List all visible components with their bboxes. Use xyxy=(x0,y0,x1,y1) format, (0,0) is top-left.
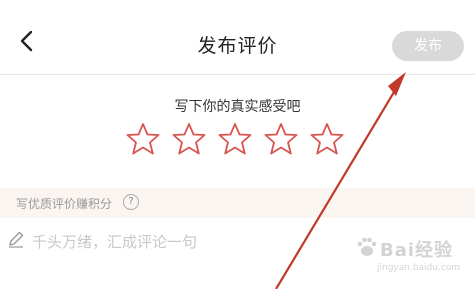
star-icon-2[interactable] xyxy=(172,122,206,156)
star-icon-1[interactable] xyxy=(126,122,160,156)
star-icon-4[interactable] xyxy=(264,122,298,156)
star-icon-5[interactable] xyxy=(310,122,344,156)
watermark-url: jingyan.baidu.com xyxy=(377,263,461,273)
points-tip-text: 写优质评价赚积分 xyxy=(16,197,113,211)
points-tip-bar: 写优质评价赚积分 ? xyxy=(0,188,475,218)
watermark: Bai经验 jingyan.baidu.com xyxy=(355,233,465,283)
header-bar: 发布评价 发布 xyxy=(0,0,475,75)
paw-logo-icon xyxy=(357,237,377,256)
watermark-text: Bai经验 xyxy=(380,240,454,261)
rating-prompt: 写下你的真实感受吧 xyxy=(174,99,301,115)
help-icon[interactable]: ? xyxy=(123,194,139,210)
star-icon-3[interactable] xyxy=(218,122,252,156)
pencil-icon xyxy=(9,231,24,248)
publish-button[interactable]: 发布 xyxy=(392,31,464,61)
star-rating xyxy=(126,122,346,162)
